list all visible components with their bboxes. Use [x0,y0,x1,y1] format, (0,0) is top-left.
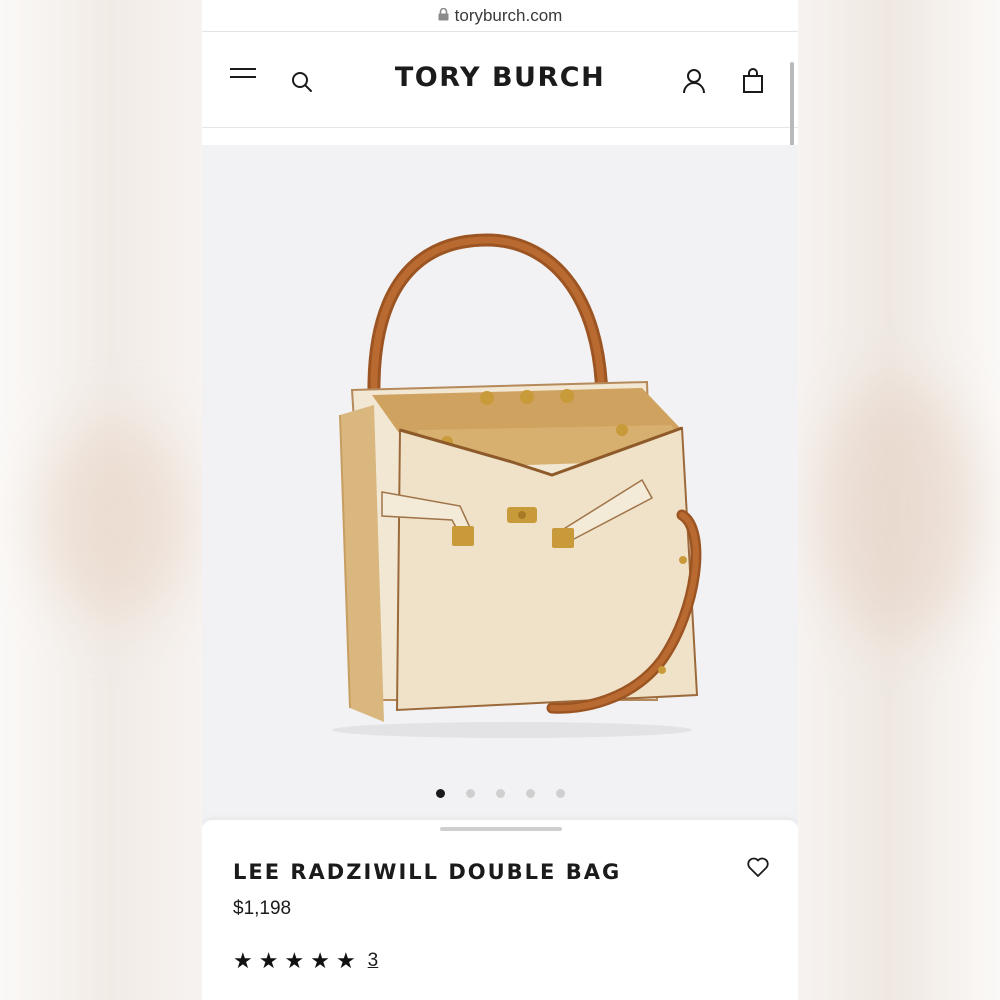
blurred-backdrop-left [0,0,202,1000]
url-bar[interactable]: toryburch.com [202,0,798,32]
product-info-panel: LEE RADZIWILL DOUBLE BAG $1,198 ★ ★ ★ ★ … [202,820,798,1000]
gallery-pagination [202,789,798,798]
drawer-handle[interactable] [440,827,562,831]
product-image-handbag [332,233,702,738]
gallery-dot-1[interactable] [435,789,445,798]
gallery-dot-3[interactable] [495,789,505,798]
blurred-backdrop-right [798,0,1000,1000]
gallery-dot-2[interactable] [465,789,475,798]
gallery-dot-4[interactable] [525,789,535,798]
gallery-dot-5[interactable] [555,789,565,798]
product-image-gallery[interactable] [202,145,798,825]
star-icon: ★ [233,948,253,973]
product-price: $1,198 [233,898,292,919]
star-icon: ★ [284,948,305,973]
review-count-link[interactable]: 3 [368,950,379,972]
shopping-bag-icon[interactable] [742,68,764,94]
star-rating: ★ ★ ★ ★ ★ [233,950,356,972]
product-rating: ★ ★ ★ ★ ★ 3 [233,950,378,972]
site-header: TORY BURCH [202,32,798,128]
url-text: toryburch.com [454,5,563,25]
star-icon: ★ [258,948,279,973]
brand-logo[interactable]: TORY BURCH [202,62,798,93]
product-name: LEE RADZIWILL DOUBLE BAG [233,860,622,884]
star-icon: ★ [335,948,356,973]
star-icon: ★ [310,948,330,973]
account-icon[interactable] [682,68,706,94]
heart-icon[interactable] [746,856,770,878]
lock-icon [438,8,449,21]
mobile-browser-screen: toryburch.com TORY BURCH LEE RADZIWILL D… [202,0,798,1000]
